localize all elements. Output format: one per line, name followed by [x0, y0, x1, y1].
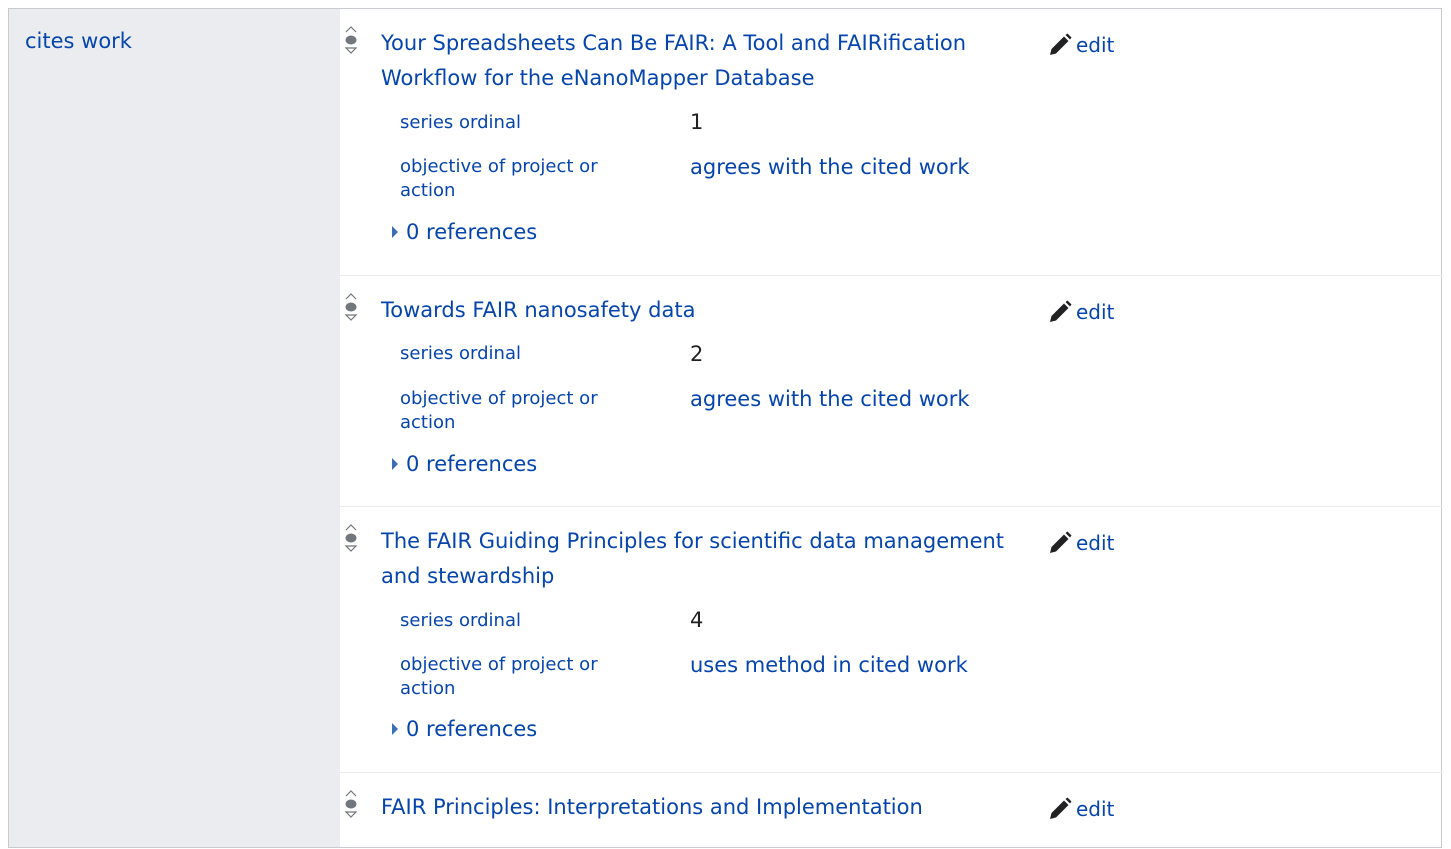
property-label-link[interactable]: cites work — [25, 29, 132, 53]
statement-value-link[interactable]: FAIR Principles: Interpretations and Imp… — [381, 790, 1021, 825]
qualifier-value: 2 — [690, 342, 704, 366]
statement: Towards FAIR nanosafety data edit series… — [340, 276, 1442, 507]
edit-label: edit — [1076, 300, 1115, 324]
expand-triangle-icon — [392, 226, 398, 238]
statement: Your Spreadsheets Can Be FAIR: A Tool an… — [340, 9, 1442, 276]
qualifier-value: 1 — [690, 110, 704, 134]
references-toggle[interactable]: 0 references — [392, 452, 537, 476]
edit-button[interactable]: edit — [1048, 297, 1114, 327]
qualifier-value-link[interactable]: uses method in cited work — [690, 651, 968, 679]
statement-value-link[interactable]: Your Spreadsheets Can Be FAIR: A Tool an… — [381, 26, 1021, 96]
qualifier-property-link[interactable]: objective of project or action — [400, 653, 650, 701]
references-toggle[interactable]: 0 references — [392, 220, 537, 244]
rank-selector-icon[interactable] — [344, 291, 358, 323]
pencil-icon — [1050, 300, 1072, 322]
pencil-icon — [1050, 33, 1072, 55]
edit-button[interactable]: edit — [1048, 794, 1114, 824]
edit-button[interactable]: edit — [1048, 528, 1114, 558]
statement-group: cites work Your Spreadsheets Can Be FAIR… — [8, 8, 1442, 848]
qualifier-property-link[interactable]: series ordinal — [400, 342, 650, 366]
qualifier-value: 4 — [690, 608, 704, 632]
statement-value-link[interactable]: Towards FAIR nanosafety data — [381, 293, 1021, 328]
edit-label: edit — [1076, 33, 1115, 57]
pencil-icon — [1050, 531, 1072, 553]
rank-selector-icon[interactable] — [344, 522, 358, 554]
references-toggle[interactable]: 0 references — [392, 717, 537, 741]
edit-label: edit — [1076, 797, 1115, 821]
references-label: 0 references — [406, 220, 538, 244]
edit-label: edit — [1076, 531, 1115, 555]
qualifier-property-link[interactable]: objective of project or action — [400, 387, 650, 435]
qualifier-value-link[interactable]: agrees with the cited work — [690, 385, 970, 413]
qualifier-property-link[interactable]: series ordinal — [400, 111, 650, 135]
statement: FAIR Principles: Interpretations and Imp… — [340, 773, 1442, 849]
expand-triangle-icon — [392, 458, 398, 470]
rank-selector-icon[interactable] — [344, 788, 358, 820]
qualifier-property-link[interactable]: objective of project or action — [400, 155, 650, 203]
rank-selector-icon[interactable] — [344, 24, 358, 56]
references-label: 0 references — [406, 452, 538, 476]
qualifier-property-link[interactable]: series ordinal — [400, 609, 650, 633]
expand-triangle-icon — [392, 723, 398, 735]
statement-value-link[interactable]: The FAIR Guiding Principles for scientif… — [381, 524, 1021, 594]
pencil-icon — [1050, 797, 1072, 819]
statement: The FAIR Guiding Principles for scientif… — [340, 507, 1442, 773]
edit-button[interactable]: edit — [1048, 30, 1114, 60]
qualifier-value-link[interactable]: agrees with the cited work — [690, 153, 970, 181]
property-column: cites work — [9, 9, 340, 847]
references-label: 0 references — [406, 717, 538, 741]
